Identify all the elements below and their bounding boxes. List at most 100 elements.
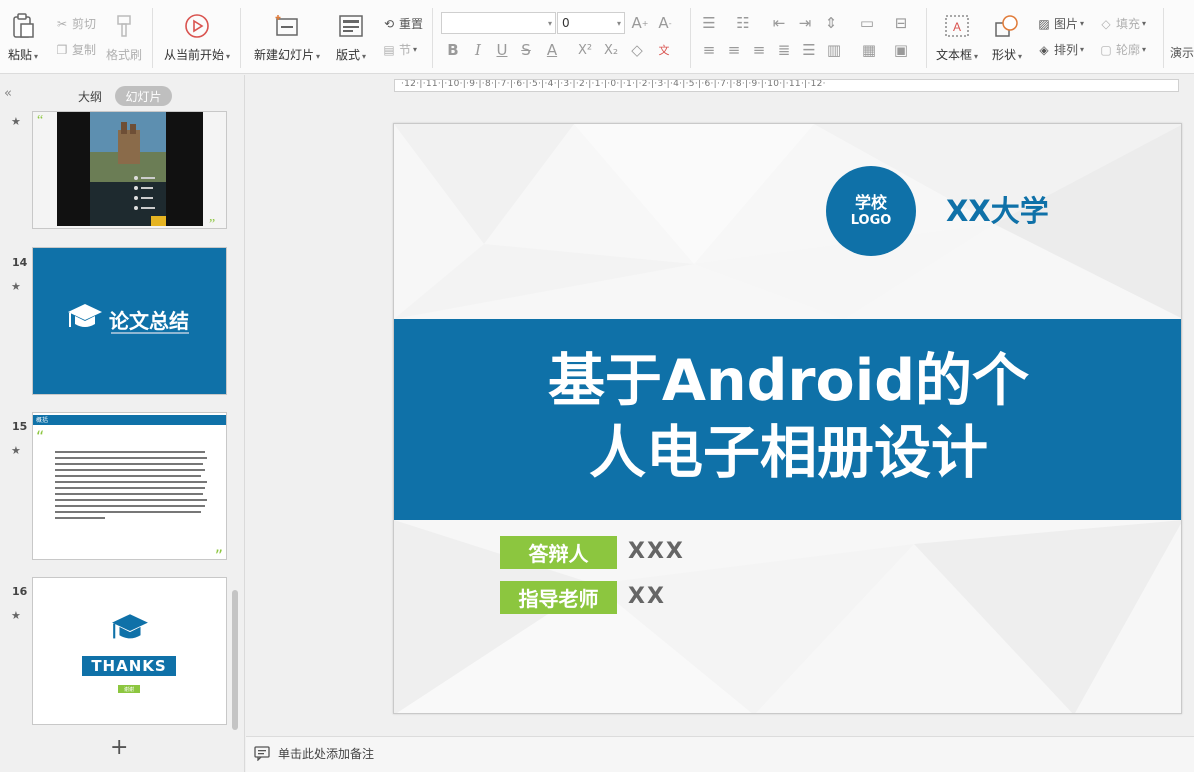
- horizontal-ruler[interactable]: ·12·|·11·|·10·|·9·|·8·|·7·|·6·|·5·|·4·|·…: [394, 79, 1179, 92]
- slide-animation-star: ★: [11, 115, 21, 128]
- notes-placeholder: 单击此处添加备注: [278, 747, 375, 761]
- svg-text:”: ”: [209, 217, 215, 229]
- text-direction-icon[interactable]: ▭: [858, 13, 876, 33]
- superscript-icon[interactable]: X²: [576, 40, 594, 60]
- scissors-icon: ✂: [56, 16, 68, 31]
- slide-number-14: 14: [12, 256, 28, 269]
- brush-icon: [110, 12, 138, 40]
- notes-icon: [254, 746, 270, 761]
- svg-text:A: A: [953, 20, 961, 34]
- play-from-current-button[interactable]: 从当前开始 ▾: [164, 0, 230, 63]
- graduation-cap-icon: [68, 304, 102, 327]
- slide-animation-star: ★: [11, 444, 21, 457]
- present-button[interactable]: 演示: [1170, 44, 1194, 61]
- paste-icon: [9, 12, 37, 40]
- picture-button[interactable]: ▨ 图片 ▾: [1036, 15, 1084, 32]
- slide-number-16: 16: [12, 585, 28, 598]
- advisor-label[interactable]: 指导老师: [500, 581, 617, 614]
- columns-icon[interactable]: ▥: [825, 40, 843, 60]
- title-band: 基于Android的个 人电子相册设计: [394, 319, 1181, 520]
- grow-font-icon[interactable]: A +: [631, 13, 649, 33]
- numbered-list-icon[interactable]: ☷: [734, 13, 752, 33]
- textbox-button[interactable]: A 文本框 ▾: [936, 0, 978, 63]
- tab-outline[interactable]: 大纲: [78, 88, 102, 105]
- paragraph-icon[interactable]: ▦: [860, 40, 878, 60]
- picture-icon: ▨: [1038, 16, 1050, 31]
- slide-canvas[interactable]: 学校 LOGO XX大学 基于Android的个 人电子相册设计 答辩人 XXX…: [393, 123, 1182, 714]
- section-button[interactable]: ▤ 节 ▾: [381, 41, 417, 58]
- layout-button[interactable]: 版式 ▾: [336, 0, 366, 63]
- phone-screenshot-thumbnail: “ ”: [33, 112, 226, 229]
- shape-icon: [993, 12, 1021, 40]
- shrink-font-icon[interactable]: A-: [656, 13, 674, 33]
- bullet-list-icon[interactable]: ☰: [700, 13, 718, 33]
- shape-button[interactable]: 形状 ▾: [992, 0, 1022, 63]
- paste-button[interactable]: 粘贴 ▾: [8, 0, 38, 63]
- slide-thumbnail-16[interactable]: THANKS 谢谢: [32, 577, 227, 725]
- italic-icon[interactable]: I: [469, 40, 487, 60]
- new-slide-button[interactable]: 新建幻灯片 ▾: [254, 0, 320, 63]
- arrange-button[interactable]: ◈ 排列 ▾: [1036, 41, 1084, 58]
- slide-thumbnail-14[interactable]: 论文总结: [32, 247, 227, 395]
- bold-icon[interactable]: B: [444, 40, 462, 60]
- outline-icon: ▢: [1100, 42, 1112, 57]
- svg-text:“: “: [37, 113, 43, 128]
- ribbon: 粘贴 ▾ ✂ 剪切 ❐ 复制 格式刷 从当前开始 ▾ 新建幻灯片 ▾ 版式 ▾ ⟲ 重置: [0, 0, 1194, 74]
- cut-button[interactable]: ✂ 剪切: [54, 15, 96, 32]
- increase-indent-icon[interactable]: ⇥: [796, 13, 814, 33]
- defender-value[interactable]: XXX: [628, 539, 685, 564]
- university-name[interactable]: XX大学: [946, 188, 1049, 230]
- school-logo[interactable]: 学校 LOGO: [826, 166, 916, 256]
- align-left-icon[interactable]: ≡: [700, 40, 718, 60]
- slide-14-title: 论文总结: [109, 309, 189, 333]
- copy-button[interactable]: ❐ 复制: [54, 41, 96, 58]
- layout-icon: [337, 12, 365, 40]
- collapse-pane-icon[interactable]: «: [4, 86, 12, 101]
- section-icon: ▤: [383, 42, 395, 57]
- reset-icon: ⟲: [383, 16, 395, 31]
- add-slide-button[interactable]: +: [110, 735, 128, 760]
- outline-button[interactable]: ▢ 轮廓 ▾: [1098, 41, 1146, 58]
- fill-bucket-icon: ◇: [1101, 16, 1111, 31]
- font-name-select[interactable]: ▾: [441, 12, 556, 34]
- distribute-icon[interactable]: ☰: [800, 40, 818, 60]
- thanks-sub-tag: 谢谢: [118, 685, 140, 693]
- font-size-select[interactable]: 0 ▾: [557, 12, 625, 34]
- arrange-icon: ◈: [1039, 42, 1049, 57]
- defender-label[interactable]: 答辩人: [500, 536, 617, 569]
- presentation-title[interactable]: 基于Android的个 人电子相册设计: [474, 345, 1103, 489]
- slide-thumbnail-15[interactable]: 概括 “ ”: [32, 412, 227, 560]
- open-quote-icon: “: [36, 427, 45, 446]
- text-paragraph-lines: [55, 451, 207, 519]
- tab-slides[interactable]: 幻灯片: [115, 86, 172, 106]
- fill-button[interactable]: ◇ 填充 ▾: [1098, 15, 1146, 32]
- notes-bar[interactable]: 单击此处添加备注: [246, 736, 1194, 772]
- phonetic-icon[interactable]: 文: [655, 40, 673, 60]
- textbox-icon: A: [943, 12, 971, 40]
- slide-animation-star: ★: [11, 280, 21, 293]
- pane-scrollbar[interactable]: [232, 590, 238, 730]
- align-center-icon[interactable]: ≡: [725, 40, 743, 60]
- line-spacing-icon[interactable]: ⇕: [822, 13, 840, 33]
- format-painter-button[interactable]: 格式刷: [106, 0, 142, 63]
- reset-button[interactable]: ⟲ 重置: [381, 15, 423, 32]
- graduation-cap-icon: [112, 614, 148, 639]
- align-right-icon[interactable]: ≡: [750, 40, 768, 60]
- clear-format-icon[interactable]: ◇: [628, 40, 646, 60]
- close-quote-icon: ”: [214, 546, 223, 560]
- justify-icon[interactable]: ≣: [775, 40, 793, 60]
- slide-animation-star: ★: [11, 609, 21, 622]
- decrease-indent-icon[interactable]: ⇤: [770, 13, 788, 33]
- new-slide-icon: [273, 12, 301, 40]
- underline-icon[interactable]: U: [493, 40, 511, 60]
- align-text-icon[interactable]: ⊟: [892, 13, 910, 33]
- smart-icon[interactable]: ▣: [892, 40, 910, 60]
- strikethrough-icon[interactable]: S: [517, 40, 535, 60]
- slide-editor: ·12·|·11·|·10·|·9·|·8·|·7·|·6·|·5·|·4·|·…: [246, 75, 1194, 735]
- header-bar: 概括: [33, 415, 226, 425]
- slide-thumbnail-13[interactable]: “ ”: [32, 111, 227, 229]
- subscript-icon[interactable]: X₂: [602, 40, 620, 60]
- advisor-value[interactable]: XX: [628, 584, 666, 609]
- slide-number-15: 15: [12, 420, 28, 433]
- font-color-icon[interactable]: A: [543, 40, 561, 60]
